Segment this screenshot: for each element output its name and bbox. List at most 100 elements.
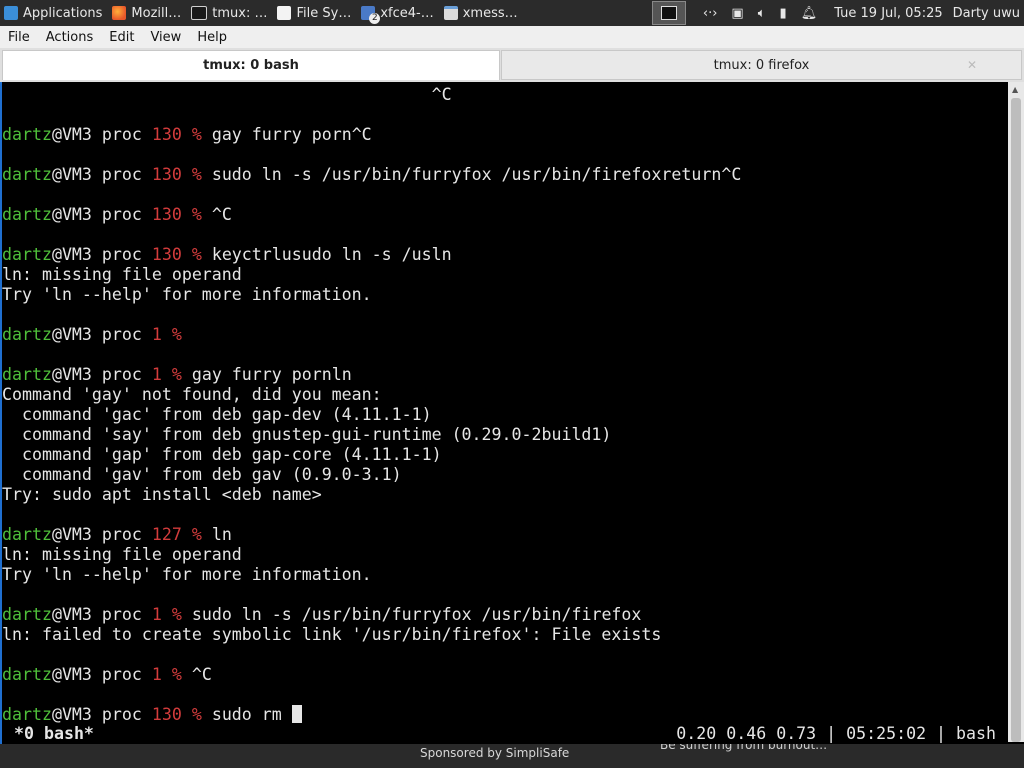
command-text: keyctrlusudo ln -s /usln [211, 245, 452, 264]
menu-edit[interactable]: Edit [101, 30, 142, 45]
prompt-host: @VM3 proc [51, 705, 152, 724]
prompt-host: @VM3 proc [51, 665, 152, 684]
network-icon[interactable]: ‹·› [703, 6, 718, 21]
prompt-user: dartz [2, 245, 52, 264]
top-panel: Applications Mozill… tmux: … File Sy… 2 … [0, 0, 1024, 26]
tab-tmux-bash[interactable]: tmux: 0 bash [2, 50, 500, 80]
prompt-user: dartz [2, 205, 52, 224]
window-count-badge: 2 [369, 13, 381, 24]
command-text: sudo ln -s /usr/bin/furryfox /usr/bin/fi… [191, 605, 642, 624]
output-line: Try 'ln --help' for more information. [2, 285, 372, 304]
prompt-user: dartz [2, 705, 52, 724]
scrollbar[interactable]: ▲ [1008, 82, 1024, 742]
output-line: ln: missing file operand [2, 545, 242, 564]
prompt-line: dartz@VM3 proc 1 % sudo ln -s /usr/bin/f… [2, 605, 1008, 625]
command-text: sudo rm [211, 705, 292, 724]
scrollbar-thumb[interactable] [1011, 98, 1021, 742]
text-cursor [291, 705, 302, 723]
prompt-host: @VM3 proc [51, 605, 152, 624]
taskbar-item-xfce4[interactable]: 2 xfce4-… [357, 0, 439, 26]
prompt-symbol: % [181, 525, 212, 544]
menu-actions[interactable]: Actions [38, 30, 102, 45]
prompt-user: dartz [2, 525, 52, 544]
prompt-line: dartz@VM3 proc 130 % gay furry porn^C [2, 125, 1008, 145]
taskbar-item-label: Mozill… [131, 5, 182, 21]
taskbar-item-label: tmux: … [212, 5, 268, 21]
output-line: command 'say' from deb gnustep-gui-runti… [2, 425, 612, 444]
prompt-symbol: % [161, 365, 192, 384]
workspace-switcher[interactable] [651, 1, 686, 25]
terminal-tabs: tmux: 0 bash tmux: 0 firefox ✕ [0, 48, 1024, 82]
window-menu-bar: File Actions Edit View Help [0, 26, 1024, 48]
prompt-line: dartz@VM3 proc 130 % sudo ln -s /usr/bin… [2, 165, 1008, 185]
sponsor-text: Sponsored by SimpliSafe [420, 746, 570, 760]
command-text: ln [211, 525, 232, 544]
taskbar-item-file-system[interactable]: File Sy… [273, 0, 357, 26]
prompt-line: dartz@VM3 proc 130 % keyctrlusudo ln -s … [2, 245, 1008, 265]
file-icon [277, 6, 292, 20]
prompt-line: dartz@VM3 proc 1 % ^C [2, 665, 1008, 685]
system-tray: ‹·› ▣ 🔈︎ ▮ 🔔︎ Tue 19 Jul, 05:25 Darty uw… [651, 0, 1024, 26]
display-icon[interactable]: ▣ [731, 6, 743, 21]
clock[interactable]: Tue 19 Jul, 05:25 [834, 6, 942, 21]
prompt-symbol: % [161, 325, 192, 344]
taskbar-item-firefox[interactable]: Mozill… [108, 0, 187, 26]
close-icon[interactable]: ✕ [967, 58, 977, 72]
prompt-host: @VM3 proc [51, 165, 152, 184]
prompt-symbol: % [161, 605, 192, 624]
prompt-user: dartz [2, 325, 52, 344]
prompt-host: @VM3 proc [51, 325, 152, 344]
tab-tmux-firefox[interactable]: tmux: 0 firefox ✕ [501, 50, 1022, 80]
prompt-user: dartz [2, 365, 52, 384]
prompt-line: dartz@VM3 proc 1 % gay furry pornln [2, 365, 1008, 385]
taskbar-item-tmux[interactable]: tmux: … [187, 0, 273, 26]
exit-code: 130 [151, 125, 182, 144]
output-line: ln: missing file operand [2, 265, 242, 284]
taskbar-item-xmessage[interactable]: xmess… [440, 0, 524, 26]
user-menu[interactable]: Darty uwu [953, 6, 1020, 21]
workspace-icon [660, 6, 677, 20]
menu-view[interactable]: View [142, 30, 189, 45]
prompt-host: @VM3 proc [51, 205, 152, 224]
firefox-icon [112, 6, 127, 20]
scroll-up-icon[interactable]: ▲ [1012, 85, 1018, 94]
output-line: Try: sudo apt install <deb name> [2, 485, 322, 504]
exit-code: 130 [151, 205, 182, 224]
bell-icon[interactable]: 🔔︎ [801, 6, 818, 21]
tab-label: tmux: 0 bash [203, 58, 299, 73]
output-line: Command 'gay' not found, did you mean: [2, 385, 382, 404]
prompt-symbol: % [181, 245, 212, 264]
exit-code: 127 [151, 525, 182, 544]
applications-menu-button[interactable]: Applications [0, 0, 108, 26]
exit-code: 1 [151, 665, 162, 684]
prompt-line: dartz@VM3 proc 130 % ^C [2, 205, 1008, 225]
command-text: ^C [211, 205, 232, 224]
terminal-view[interactable]: ^C dartz@VM3 proc 130 % gay furry porn^C d… [0, 82, 1024, 744]
command-text: gay furry pornln [191, 365, 352, 384]
command-text: sudo ln -s /usr/bin/furryfox /usr/bin/fi… [211, 165, 742, 184]
battery-icon[interactable]: ▮ [780, 6, 787, 21]
menu-help[interactable]: Help [189, 30, 235, 45]
bottom-strip: Sponsored by SimpliSafe Be suffering fro… [0, 744, 1024, 768]
prompt-user: dartz [2, 165, 52, 184]
exit-code: 1 [151, 365, 162, 384]
taskbar-item-label: File Sy… [296, 5, 352, 21]
prompt-host: @VM3 proc [51, 125, 152, 144]
tmux-status-bar: *0 bash* 0.20 0.46 0.73 | 05:25:02 | bas… [2, 724, 1008, 744]
command-text: gay furry porn^C [211, 125, 372, 144]
tmux-status-right: 0.20 0.46 0.73 | 05:25:02 | bash [676, 724, 996, 743]
output-line: command 'gap' from deb gap-core (4.11.1-… [2, 445, 442, 464]
volume-icon[interactable]: 🔈︎ [758, 6, 766, 21]
ticker-text: Be suffering from burnout… [660, 744, 828, 752]
menu-file[interactable]: File [0, 30, 38, 45]
exit-code: 1 [151, 605, 162, 624]
terminal-icon [191, 6, 208, 20]
taskbar-item-label: xfce4-… [380, 5, 434, 21]
